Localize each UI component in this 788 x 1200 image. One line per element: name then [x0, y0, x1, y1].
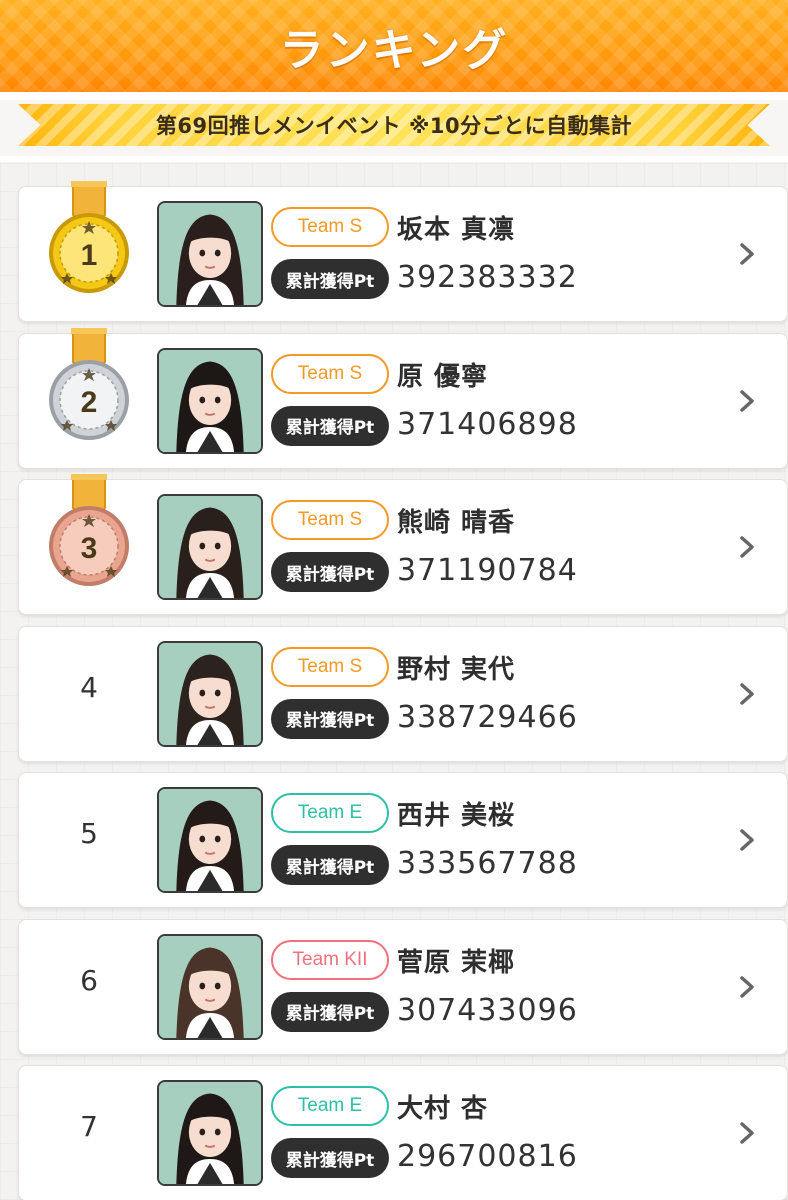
rank-number: 7 [80, 1110, 98, 1143]
member-photo [157, 933, 263, 1040]
chevron-right-icon[interactable] [735, 1118, 759, 1148]
team-badge: Team S [271, 207, 389, 247]
rank-medal-icon: 3 [45, 473, 133, 594]
team-badge: Team KII [271, 939, 389, 980]
chevron-right-icon[interactable] [735, 386, 759, 416]
page-title: ランキング [279, 25, 509, 76]
points-label: 累計獲得Pt [271, 259, 389, 299]
points-value: 338729466 [397, 699, 578, 735]
team-badge: Team S [271, 646, 389, 687]
member-photo [157, 640, 263, 747]
points-value: 392383332 [397, 260, 578, 295]
team-badge: Team S [271, 500, 389, 540]
banner-divider [0, 156, 788, 162]
team-badge: Team E [271, 793, 389, 833]
page-header: ランキング [0, 0, 788, 92]
points-value: 296700816 [397, 1139, 578, 1174]
points-label: 累計獲得Pt [271, 1138, 389, 1178]
svg-text:1: 1 [81, 239, 98, 272]
event-banner: 第69回推しメンイベント ※10分ごとに自動集計 [18, 104, 770, 146]
event-banner-area: 第69回推しメンイベント ※10分ごとに自動集計 [0, 100, 788, 162]
points-value: 307433096 [397, 992, 578, 1028]
member-name: 大村 杏 [397, 1094, 489, 1124]
ranking-row[interactable]: 2 Team S 原 優寧 累計獲得Pt 371406898 [18, 326, 788, 469]
rank-medal-icon: 2 [45, 326, 133, 448]
points-label: 累計獲得Pt [271, 405, 389, 446]
chevron-right-icon[interactable] [735, 825, 759, 855]
points-value: 371190784 [397, 553, 578, 588]
ranking-row[interactable]: 1 Team S 坂本 真凛 累計獲得Pt 392383332 [18, 180, 788, 322]
rank-medal-icon: 1 [45, 180, 133, 301]
member-photo [157, 494, 263, 600]
rank-number: 6 [80, 963, 98, 997]
member-name: 菅原 茉椰 [397, 947, 516, 978]
member-photo [157, 787, 263, 893]
ranking-row[interactable]: 6 Team KII 菅原 茉椰 累計獲得Pt 307433096 [18, 918, 788, 1055]
points-label: 累計獲得Pt [271, 991, 389, 1032]
member-name: 原 優寧 [397, 361, 489, 392]
member-name: 熊崎 晴香 [397, 508, 516, 538]
member-photo [157, 201, 263, 307]
member-photo [157, 1080, 263, 1186]
points-label: 累計獲得Pt [271, 698, 389, 739]
member-name: 野村 実代 [397, 654, 516, 685]
chevron-right-icon[interactable] [735, 532, 759, 562]
event-banner-text: 第69回推しメンイベント ※10分ごとに自動集計 [155, 114, 633, 138]
ranking-row[interactable]: 3 Team S 熊崎 晴香 累計獲得Pt 371190784 [18, 473, 788, 615]
svg-text:2: 2 [81, 386, 98, 419]
ranking-row[interactable]: 4 Team S 野村 実代 累計獲得Pt 338729466 [18, 625, 788, 762]
svg-text:3: 3 [81, 532, 98, 565]
points-label: 累計獲得Pt [271, 552, 389, 592]
member-name: 西井 美桜 [397, 801, 516, 831]
team-badge: Team E [271, 1086, 389, 1126]
ranking-row[interactable]: 7 Team E 大村 杏累計獲得Pt 296700816 [18, 1065, 788, 1200]
points-value: 371406898 [397, 406, 578, 442]
header-divider [0, 92, 788, 100]
team-badge: Team S [271, 353, 389, 394]
rank-number: 5 [80, 817, 98, 850]
chevron-right-icon[interactable] [735, 972, 759, 1002]
points-value: 333567788 [397, 846, 578, 881]
points-label: 累計獲得Pt [271, 845, 389, 885]
chevron-right-icon[interactable] [735, 679, 759, 709]
member-photo [157, 347, 263, 454]
ranking-row[interactable]: 5 Team E 西井 美桜 累計獲得Pt 333567788 [18, 772, 788, 908]
member-name: 坂本 真凛 [397, 215, 516, 245]
chevron-right-icon[interactable] [735, 239, 759, 269]
rank-number: 4 [80, 670, 98, 704]
